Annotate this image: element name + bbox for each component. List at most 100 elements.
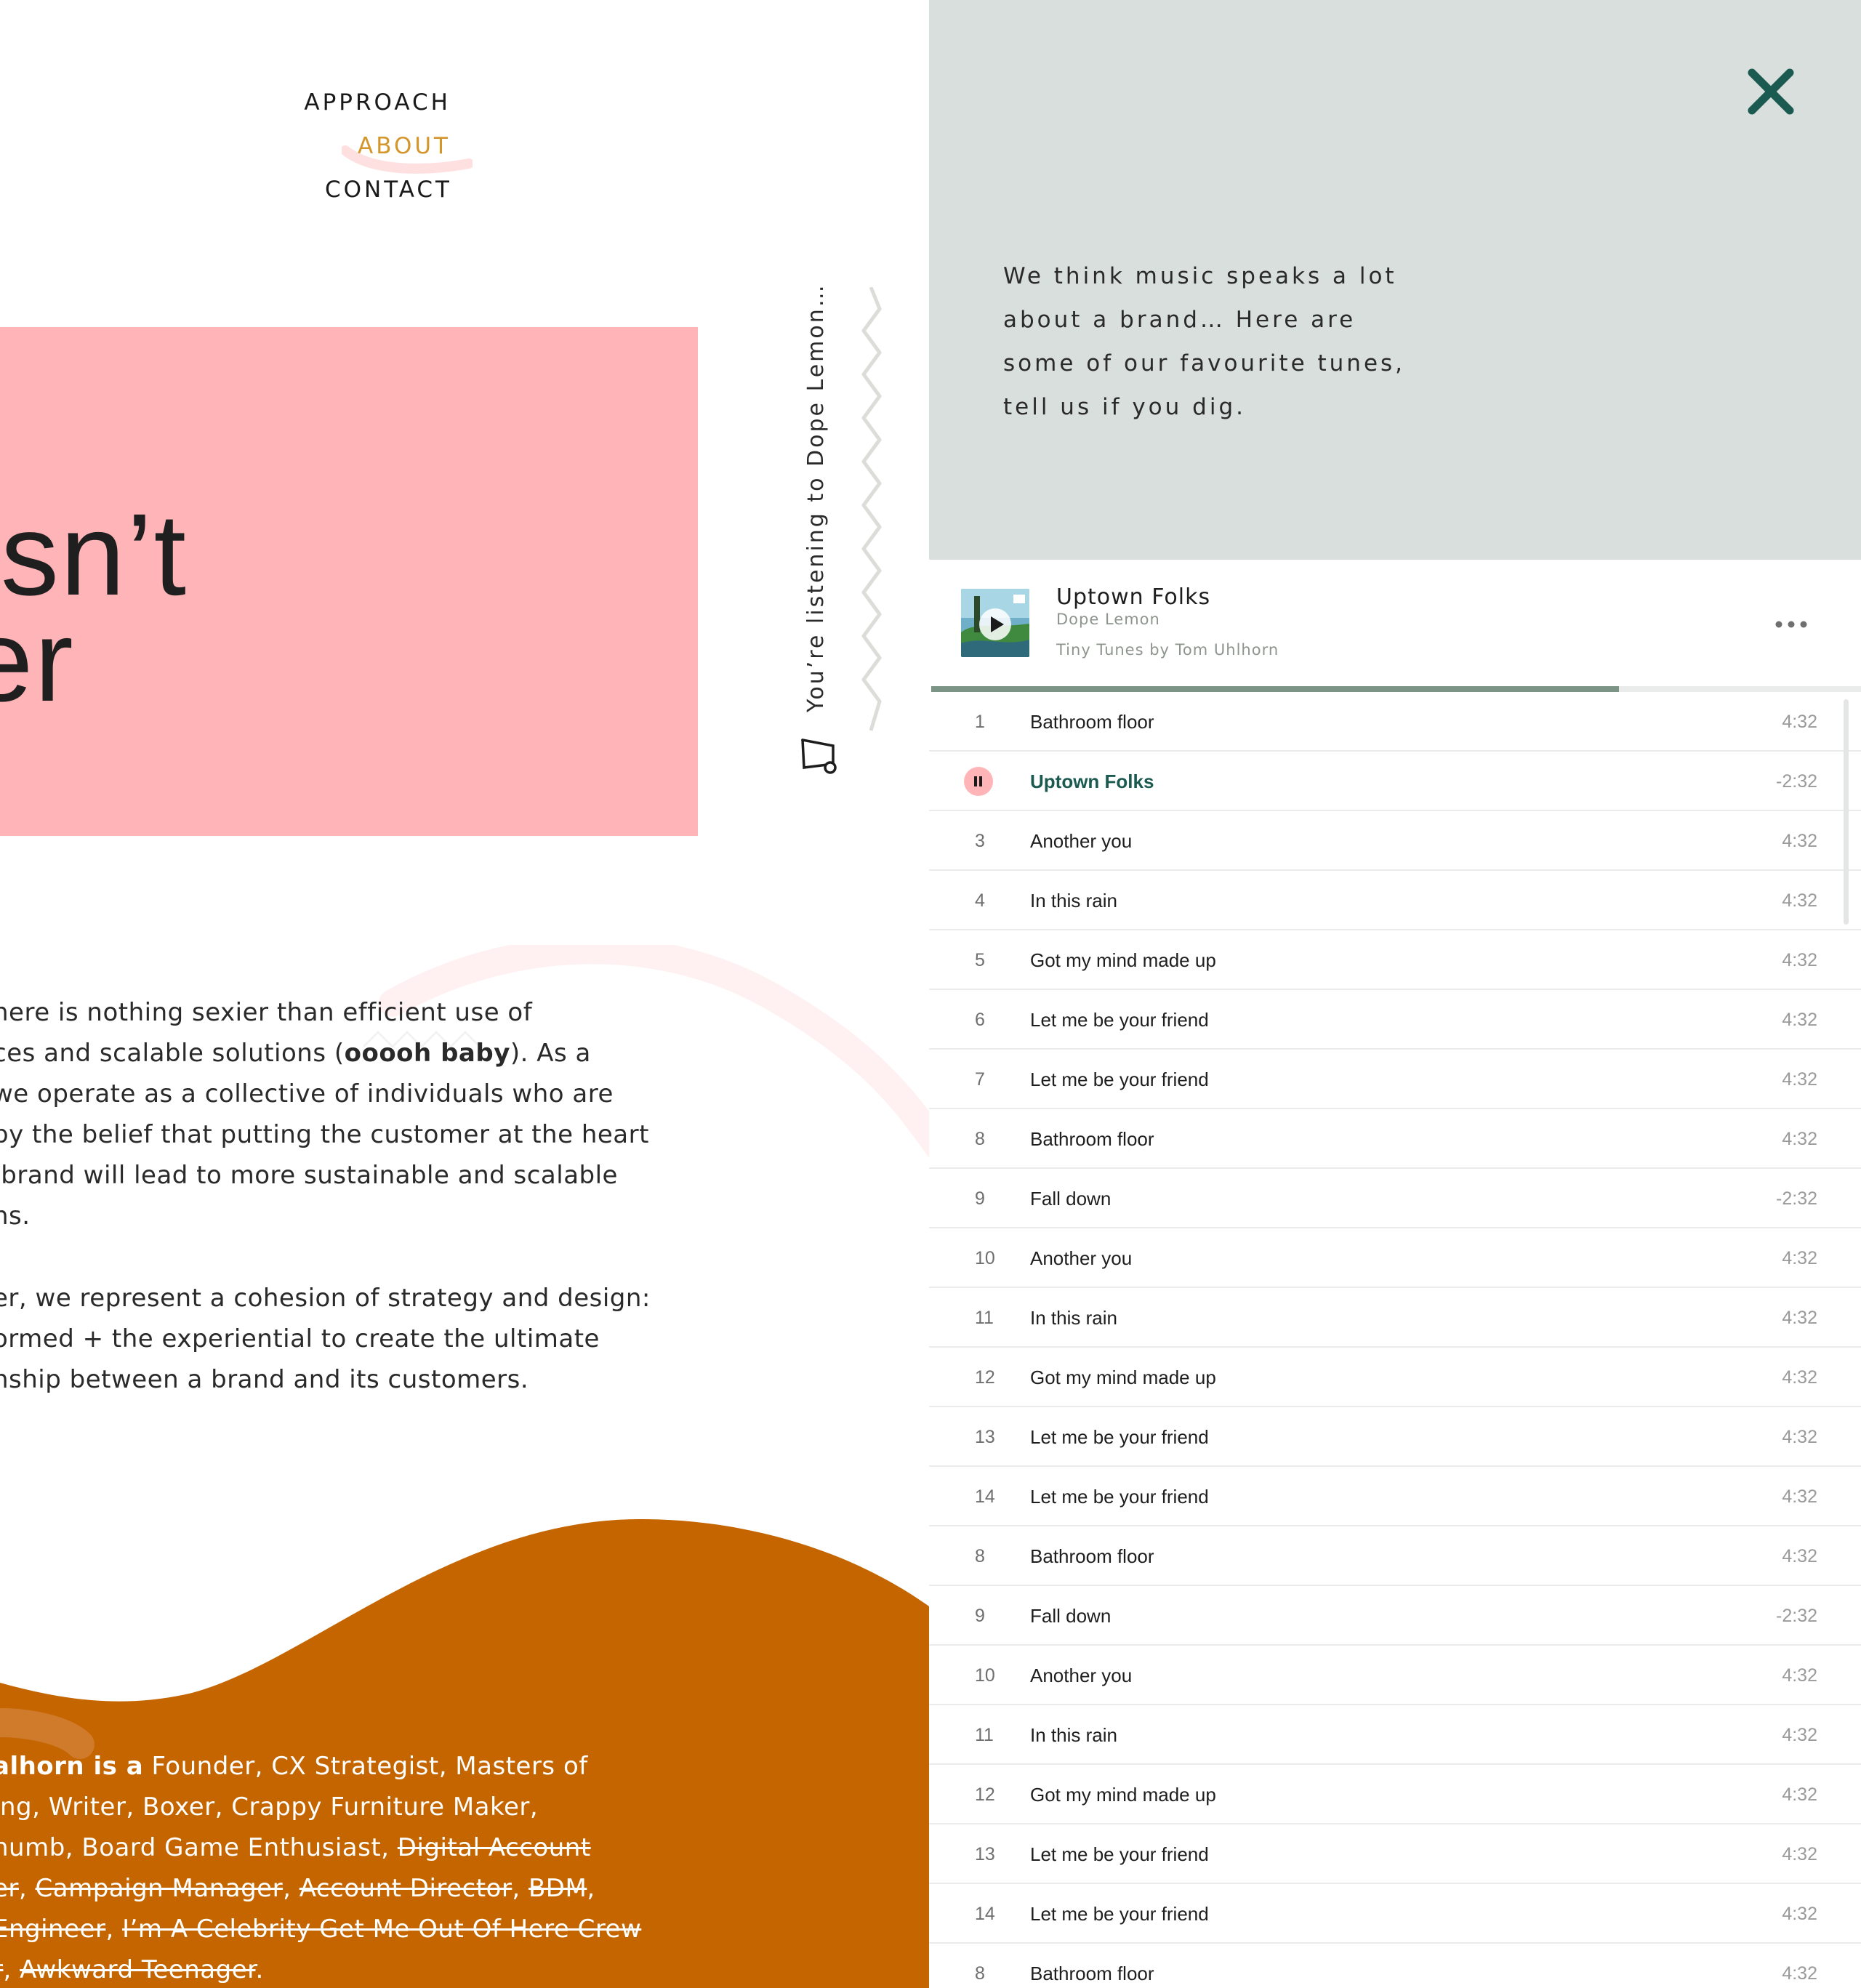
track-title: In this rain [1030,1724,1117,1746]
track-duration: 4:32 [1782,890,1817,911]
track-title: In this rain [1030,890,1117,911]
track-title: In this rain [1030,1307,1117,1329]
track-duration: 4:32 [1782,1725,1817,1745]
track-title: Bathroom floor [1030,1963,1154,1984]
track-row[interactable]: 12 Got my mind made up 4:32 [929,1765,1861,1824]
track-number: 11 [975,1725,994,1745]
track-duration: -2:32 [1776,771,1817,792]
track-duration: 4:32 [1782,1546,1817,1566]
pause-icon[interactable] [964,767,993,796]
track-row[interactable]: 11 In this rain 4:32 [929,1288,1861,1348]
now-playing-card: Uptown Folks Dope Lemon Tiny Tunes by To… [929,560,1861,691]
track-row[interactable]: 9 Fall down -2:32 [929,1586,1861,1646]
track-row[interactable]: 7 Let me be your friend 4:32 [929,1050,1861,1109]
track-row[interactable]: 8 Bathroom floor 4:32 [929,1944,1861,1988]
track-title: Let me be your friend [1030,1009,1209,1031]
track-title: Let me be your friend [1030,1843,1209,1865]
close-icon[interactable] [1745,65,1797,118]
track-row[interactable]: 8 Bathroom floor 4:32 [929,1526,1861,1586]
zigzag-decoration [861,287,882,731]
track-row[interactable]: 6 Let me be your friend 4:32 [929,990,1861,1050]
track-number: 8 [975,1129,985,1149]
track-row-playing[interactable]: Uptown Folks -2:32 [929,752,1861,811]
track-duration: 4:32 [1782,1844,1817,1864]
track-duration: 4:32 [1782,712,1817,732]
track-number: 9 [975,1188,985,1209]
track-number: 13 [975,1844,995,1864]
playback-progress-fill [931,686,1620,692]
track-duration: 4:32 [1782,1129,1817,1149]
now-playing-artist[interactable]: Dope Lemon [1056,611,1160,628]
track-number: 1 [975,712,985,732]
track-duration: 4:32 [1782,1069,1817,1090]
nav-approach[interactable]: APPROACH [0,89,451,116]
playback-progress-bar[interactable] [931,686,1861,692]
track-title: Got my mind made up [1030,1367,1216,1388]
track-number: 12 [975,1367,995,1388]
track-title: Bathroom floor [1030,1545,1154,1567]
track-row[interactable]: 4 In this rain 4:32 [929,871,1861,930]
track-number: 5 [975,950,985,970]
track-title: Let me be your friend [1030,1903,1209,1925]
track-list: 1 Bathroom floor 4:32 Uptown Folks -2:32 3 Ano… [929,692,1861,1988]
more-options-icon[interactable] [1775,621,1807,628]
track-row[interactable]: 9 Fall down -2:32 [929,1169,1861,1228]
track-row[interactable]: 12 Got my mind made up 4:32 [929,1348,1861,1407]
track-row[interactable]: 14 Let me be your friend 4:32 [929,1467,1861,1526]
track-number: 10 [975,1665,995,1686]
track-row[interactable]: 5 Got my mind made up 4:32 [929,930,1861,990]
strategy-paragraph: er, we represent a cohesion of strategy … [0,1284,651,1394]
track-title: Let me be your friend [1030,1486,1209,1508]
track-title: Another you [1030,1665,1133,1686]
track-duration: 4:32 [1782,1784,1817,1805]
track-duration: 4:32 [1782,1367,1817,1388]
track-title: Got my mind made up [1030,949,1216,971]
hero-headline: esn’t ter [0,489,188,725]
track-duration: 4:32 [1782,1010,1817,1030]
track-number: 14 [975,1486,995,1507]
track-number: 8 [975,1546,985,1566]
track-row[interactable]: 14 Let me be your friend 4:32 [929,1884,1861,1944]
track-number: 14 [975,1904,995,1924]
track-duration: 4:32 [1782,1665,1817,1686]
music-note-icon[interactable] [798,733,842,776]
intro-paragraph: here is nothing sexier than efficient us… [0,998,649,1231]
track-number: 13 [975,1427,995,1447]
track-row[interactable]: 13 Let me be your friend 4:32 [929,1407,1861,1467]
track-duration: 4:32 [1782,1904,1817,1924]
track-number: 9 [975,1606,985,1626]
now-playing-playlist[interactable]: Tiny Tunes by Tom Uhlhorn [1056,641,1279,659]
track-number: 11 [975,1308,994,1328]
track-duration: 4:32 [1782,1308,1817,1328]
track-row[interactable]: 3 Another you 4:32 [929,811,1861,871]
track-title: Got my mind made up [1030,1784,1216,1806]
tracklist-scrollbar[interactable] [1844,699,1849,925]
now-listening-label: You’re listening to Dope Lemon… [803,283,829,712]
bio-paragraph: alhorn is a Founder, CX Strategist, Mast… [0,1752,642,1984]
track-row[interactable]: 13 Let me be your friend 4:32 [929,1824,1861,1884]
track-number: 4 [975,890,985,911]
nav-contact[interactable]: CONTACT [0,177,452,203]
track-title: Let me be your friend [1030,1069,1209,1090]
nav-about[interactable]: ABOUT [0,133,451,159]
track-title: Fall down [1030,1188,1112,1210]
track-row[interactable]: 11 In this rain 4:32 [929,1705,1861,1765]
track-duration: 4:32 [1782,1486,1817,1507]
track-title: Let me be your friend [1030,1426,1209,1448]
track-duration: 4:32 [1782,831,1817,851]
page-background: APPROACH ABOUT CONTACT esn’t ter here is… [0,0,929,1988]
album-art-play-button[interactable] [961,589,1029,657]
track-number: 6 [975,1010,985,1030]
now-playing-title: Uptown Folks [1056,584,1211,610]
track-row[interactable]: 8 Bathroom floor 4:32 [929,1109,1861,1169]
track-duration: 4:32 [1782,950,1817,970]
track-row[interactable]: 10 Another you 4:32 [929,1646,1861,1705]
music-panel: We think music speaks a lot about a bran… [929,0,1861,1988]
track-row[interactable]: 10 Another you 4:32 [929,1228,1861,1288]
track-title: Another you [1030,830,1133,852]
track-row[interactable]: 1 Bathroom floor 4:32 [929,692,1861,752]
track-number: 3 [975,831,985,851]
panel-intro-text: We think music speaks a lot about a bran… [1003,263,1406,420]
track-title: Fall down [1030,1605,1112,1627]
track-duration: -2:32 [1776,1606,1817,1626]
